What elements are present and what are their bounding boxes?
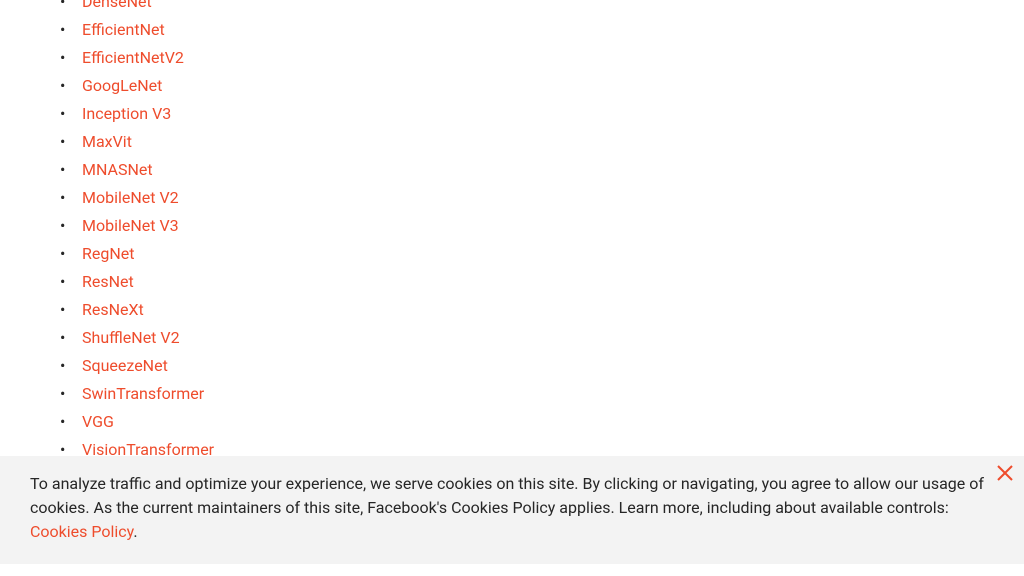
model-link-densenet[interactable]: DenseNet: [82, 0, 152, 11]
model-link-mnasnet[interactable]: MNASNet: [82, 160, 153, 179]
model-link-mobilenetv3[interactable]: MobileNet V3: [82, 216, 179, 235]
model-link-vgg[interactable]: VGG: [82, 412, 114, 431]
model-link-maxvit[interactable]: MaxVit: [82, 132, 132, 151]
close-icon[interactable]: [996, 464, 1014, 489]
model-link-mobilenetv2[interactable]: MobileNet V2: [82, 188, 179, 207]
list-item: EfficientNetV2: [42, 44, 1024, 72]
list-item: MNASNet: [42, 156, 1024, 184]
list-item: MaxVit: [42, 128, 1024, 156]
list-item: ShuffleNet V2: [42, 324, 1024, 352]
model-link-inceptionv3[interactable]: Inception V3: [82, 104, 171, 123]
model-link-shufflenetv2[interactable]: ShuffleNet V2: [82, 328, 180, 347]
list-item: DenseNet: [42, 0, 1024, 16]
model-link-resnet[interactable]: ResNet: [82, 272, 134, 291]
list-item: ResNet: [42, 268, 1024, 296]
model-link-googlenet[interactable]: GoogLeNet: [82, 76, 162, 95]
list-item: RegNet: [42, 240, 1024, 268]
cookie-message: To analyze traffic and optimize your exp…: [30, 474, 984, 517]
cookie-text: To analyze traffic and optimize your exp…: [30, 472, 990, 544]
model-link-efficientnet[interactable]: EfficientNet: [82, 20, 165, 39]
model-link-regnet[interactable]: RegNet: [82, 244, 134, 263]
list-item: EfficientNet: [42, 16, 1024, 44]
model-link-swintransformer[interactable]: SwinTransformer: [82, 384, 204, 403]
cookie-banner: To analyze traffic and optimize your exp…: [0, 456, 1024, 564]
model-link-squeezenet[interactable]: SqueezeNet: [82, 356, 168, 375]
model-list: DenseNet EfficientNet EfficientNetV2 Goo…: [42, 0, 1024, 492]
list-item: MobileNet V3: [42, 212, 1024, 240]
main-content: DenseNet EfficientNet EfficientNetV2 Goo…: [0, 0, 1024, 492]
list-item: GoogLeNet: [42, 72, 1024, 100]
list-item: VGG: [42, 408, 1024, 436]
list-item: MobileNet V2: [42, 184, 1024, 212]
cookie-period: .: [133, 522, 137, 541]
cookies-policy-link[interactable]: Cookies Policy: [30, 522, 133, 541]
model-link-resnext[interactable]: ResNeXt: [82, 300, 144, 319]
list-item: ResNeXt: [42, 296, 1024, 324]
list-item: Inception V3: [42, 100, 1024, 128]
model-link-efficientnetv2[interactable]: EfficientNetV2: [82, 48, 184, 67]
list-item: SwinTransformer: [42, 380, 1024, 408]
list-item: SqueezeNet: [42, 352, 1024, 380]
